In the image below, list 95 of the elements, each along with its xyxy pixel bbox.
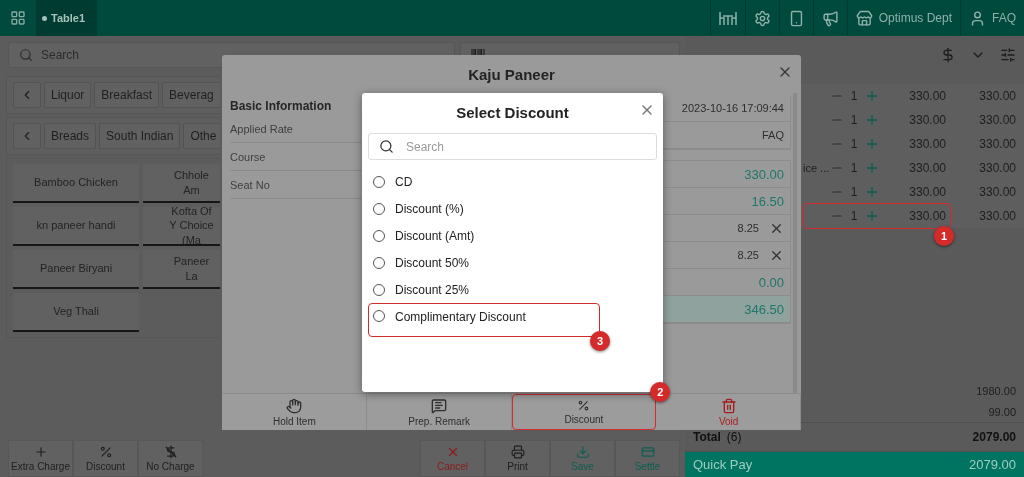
quick-pay-button[interactable]: Quick Pay 2079.00	[685, 452, 1024, 477]
user-icon	[969, 9, 986, 27]
top-bar-label: Optimus Dept	[878, 11, 952, 25]
no-dollar-icon	[163, 445, 178, 459]
item-count: (6)	[726, 430, 742, 444]
unit-price: 330.00	[908, 185, 946, 199]
settings-icon	[753, 9, 771, 27]
total-label: Total	[693, 430, 721, 444]
comment-icon	[431, 397, 448, 414]
percent-icon	[577, 399, 591, 412]
toolbar-button[interactable]: Print	[485, 440, 550, 477]
dot-icon	[42, 15, 47, 21]
subtotal-amount: 99.00	[988, 405, 1016, 418]
action-button[interactable]: Prep. Remark	[366, 394, 512, 430]
grid-icon	[10, 10, 26, 26]
quantity: 1	[849, 113, 859, 127]
item-name: ice ...	[803, 162, 830, 174]
category-tab[interactable]: Breakfast	[94, 82, 160, 108]
step-badge: 2	[650, 382, 671, 402]
menu-item-button[interactable]: kn paneer handi	[13, 207, 139, 246]
quantity: 1	[849, 185, 859, 199]
step-badge: 3	[590, 331, 610, 351]
card-icon	[640, 445, 655, 459]
line-amount: 330.00	[978, 185, 1017, 199]
unit-price: 330.00	[908, 209, 946, 223]
line-amount: 330.00	[978, 89, 1017, 103]
toolbar-button[interactable]: No Charge	[138, 440, 203, 477]
menu-item-button[interactable]: Paneer Biryani	[13, 250, 139, 289]
top-bar-label: FAQ	[992, 11, 1016, 25]
toolbar-button[interactable]: Cancel	[420, 440, 485, 477]
tax-amount: 8.25	[737, 222, 759, 234]
plus-icon	[33, 445, 48, 459]
download-icon	[575, 445, 590, 459]
total-amount: 2079.00	[972, 430, 1016, 444]
discount-option[interactable]: Discount (%)	[368, 195, 657, 222]
total-amount: 346.50	[744, 301, 784, 317]
table-icon	[718, 10, 737, 26]
menu-item-button[interactable]: Veg Thali	[13, 293, 139, 332]
menu-item-button[interactable]: Bamboo Chicken	[13, 164, 139, 203]
toolbar-button[interactable]: Extra Charge	[8, 440, 73, 477]
search-icon	[379, 139, 394, 154]
tax-amount: 8.25	[737, 249, 759, 261]
action-button[interactable]: Hold Item	[222, 394, 367, 430]
unit-price: 330.00	[908, 161, 946, 175]
search-icon	[19, 48, 33, 62]
menu-item-button[interactable]: Paneer La	[143, 250, 220, 289]
action-button[interactable]: Discount	[511, 394, 657, 430]
amount-value: 16.50	[751, 193, 784, 209]
menu-item-button[interactable]: Kofta Of Y Choice (Ma	[143, 207, 220, 246]
search-field[interactable]: Search	[368, 133, 657, 160]
discount-option[interactable]: Discount 50%	[368, 249, 657, 276]
unit-price: 330.00	[908, 137, 946, 151]
filter-icon[interactable]	[1000, 47, 1016, 63]
dialog-title: Kaju Paneer	[468, 65, 555, 83]
discount-option[interactable]: Complimentary Discount	[368, 303, 600, 337]
unit-price: 330.00	[908, 89, 946, 103]
section-heading: Basic Information	[230, 99, 333, 113]
line-amount: 330.00	[978, 209, 1017, 223]
line-amount: 330.00	[978, 137, 1017, 151]
scroll-left-button[interactable]	[13, 82, 41, 108]
category-tab[interactable]: Breads	[44, 123, 97, 149]
subtotal-amount: 1980.00	[976, 384, 1016, 397]
unit-price: 330.00	[908, 113, 946, 127]
quantity: 1	[849, 161, 859, 175]
category-tab[interactable]: Othe	[183, 123, 220, 149]
discount-option[interactable]: Discount (Amt)	[368, 222, 657, 249]
dialog-title: Select Discount	[456, 103, 569, 121]
discount-option[interactable]: CD	[368, 168, 657, 195]
table-tab[interactable]: Table1	[36, 0, 98, 36]
line-amount: 330.00	[978, 113, 1017, 127]
menu-item-button[interactable]: Chhole Am	[143, 164, 220, 203]
printer-icon	[510, 445, 525, 459]
info-value: FAQ	[762, 129, 784, 141]
info-value: 2023-10-16 17:09:44	[681, 102, 784, 114]
amount-value: 0.00	[758, 274, 784, 290]
quantity: 1	[849, 89, 859, 103]
discount-option[interactable]: Discount 25%	[368, 276, 657, 303]
megaphone-icon	[821, 9, 839, 27]
quantity: 1	[849, 209, 859, 223]
step-badge: 1	[934, 226, 954, 246]
hand-icon	[286, 397, 303, 414]
trash-icon	[720, 397, 737, 414]
quantity: 1	[849, 137, 859, 151]
percent-icon	[98, 445, 113, 459]
search-placeholder: Search	[406, 139, 445, 154]
toolbar-button[interactable]: Discount	[73, 440, 138, 477]
dollar-icon[interactable]	[940, 47, 956, 63]
scroll-left-button[interactable]	[13, 123, 41, 149]
category-tab[interactable]: Liquor	[44, 82, 92, 108]
store-icon	[855, 9, 873, 27]
table-name: Table1	[51, 12, 86, 24]
category-tab[interactable]: South Indian	[99, 123, 181, 149]
line-amount: 330.00	[978, 161, 1017, 175]
category-tab[interactable]: Beverag	[162, 82, 220, 108]
amount-value: 330.00	[744, 166, 784, 182]
